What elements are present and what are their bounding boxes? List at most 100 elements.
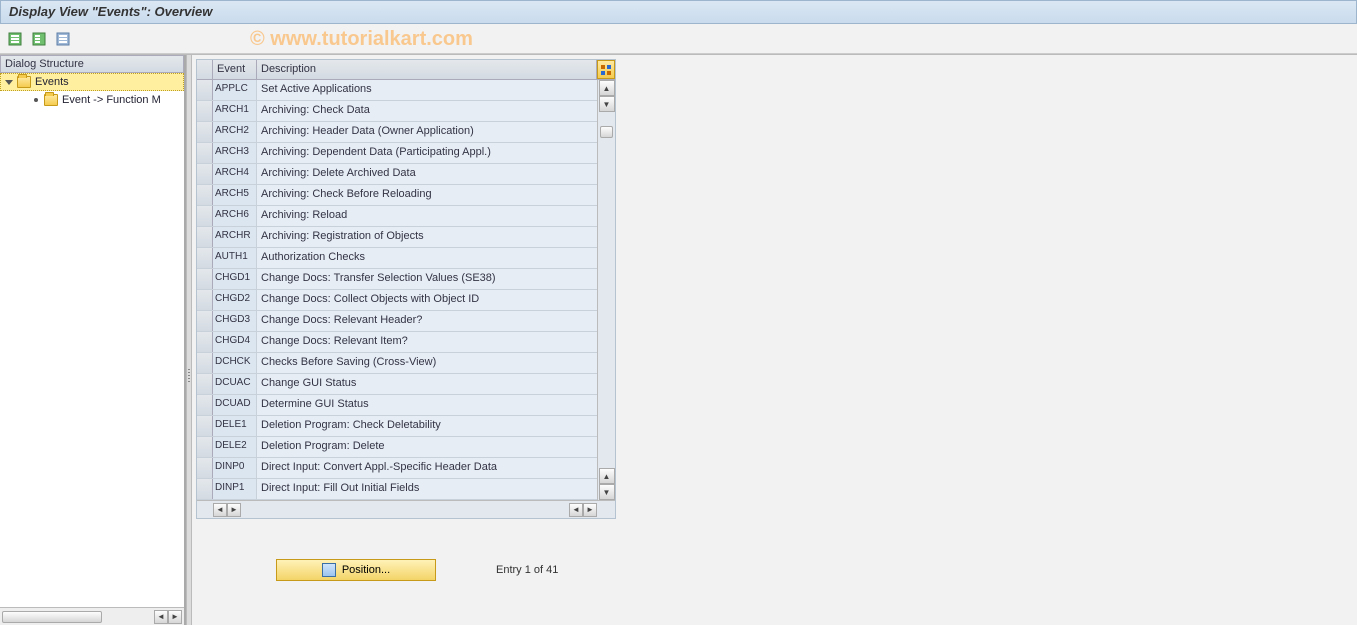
table-row[interactable]: ARCH3Archiving: Dependent Data (Particip… — [197, 143, 597, 164]
expand-all-icon[interactable] — [6, 30, 24, 48]
position-icon — [322, 563, 336, 577]
tree-node-label: Events — [35, 76, 69, 88]
table-row[interactable]: DELE1Deletion Program: Check Deletabilit… — [197, 416, 597, 437]
cell-event: ARCH2 — [213, 122, 257, 142]
table-row[interactable]: CHGD3Change Docs: Relevant Header? — [197, 311, 597, 332]
cell-description: Archiving: Check Before Reloading — [257, 185, 597, 205]
row-marker[interactable] — [197, 269, 213, 289]
table-row[interactable]: ARCH4Archiving: Delete Archived Data — [197, 164, 597, 185]
hscroll-right2-icon[interactable]: ► — [583, 503, 597, 517]
table-row[interactable]: DCHCKChecks Before Saving (Cross-View) — [197, 353, 597, 374]
cell-event: ARCHR — [213, 227, 257, 247]
table-row[interactable]: APPLCSet Active Applications — [197, 80, 597, 101]
row-marker[interactable] — [197, 458, 213, 478]
row-marker[interactable] — [197, 143, 213, 163]
row-marker-header[interactable] — [197, 60, 213, 79]
vscroll-track[interactable] — [598, 112, 615, 468]
cell-description: Archiving: Check Data — [257, 101, 597, 121]
row-marker[interactable] — [197, 332, 213, 352]
col-description[interactable]: Description — [257, 60, 597, 79]
main-area: Dialog Structure Events Event -> Functio… — [0, 54, 1357, 625]
scroll-up2-icon[interactable]: ▲ — [599, 468, 615, 484]
folder-open-icon — [17, 76, 31, 88]
cell-event: CHGD3 — [213, 311, 257, 331]
table-row[interactable]: CHGD4Change Docs: Relevant Item? — [197, 332, 597, 353]
cell-event: ARCH5 — [213, 185, 257, 205]
table-row[interactable]: CHGD2Change Docs: Collect Objects with O… — [197, 290, 597, 311]
table-row[interactable]: AUTH1Authorization Checks — [197, 248, 597, 269]
cell-description: Archiving: Reload — [257, 206, 597, 226]
row-marker[interactable] — [197, 437, 213, 457]
table-row[interactable]: ARCH1Archiving: Check Data — [197, 101, 597, 122]
cell-event: ARCH3 — [213, 143, 257, 163]
cell-event: ARCH6 — [213, 206, 257, 226]
table-row[interactable]: DINP0Direct Input: Convert Appl.-Specifi… — [197, 458, 597, 479]
sidebar: Dialog Structure Events Event -> Functio… — [0, 55, 186, 625]
row-marker[interactable] — [197, 353, 213, 373]
tree: Events Event -> Function M — [0, 73, 184, 607]
expand-icon[interactable] — [5, 80, 13, 85]
row-marker[interactable] — [197, 311, 213, 331]
row-marker[interactable] — [197, 479, 213, 499]
table-row[interactable]: DINP1Direct Input: Fill Out Initial Fiel… — [197, 479, 597, 500]
hscroll-left-icon[interactable]: ◄ — [213, 503, 227, 517]
table-settings-icon[interactable] — [597, 60, 615, 79]
col-event[interactable]: Event — [213, 60, 257, 79]
scroll-down2-icon[interactable]: ▼ — [599, 484, 615, 500]
window-title: Display View "Events": Overview — [0, 0, 1357, 24]
cell-event: CHGD2 — [213, 290, 257, 310]
row-marker[interactable] — [197, 227, 213, 247]
table-row[interactable]: DELE2Deletion Program: Delete — [197, 437, 597, 458]
row-marker[interactable] — [197, 164, 213, 184]
cell-event: DINP1 — [213, 479, 257, 499]
tree-node-child[interactable]: Event -> Function M — [0, 91, 184, 109]
table-row[interactable]: ARCH2Archiving: Header Data (Owner Appli… — [197, 122, 597, 143]
sidebar-hscroll: ◄ ► — [0, 607, 184, 625]
row-marker[interactable] — [197, 80, 213, 100]
row-marker[interactable] — [197, 101, 213, 121]
scroll-right-icon[interactable]: ► — [168, 610, 182, 624]
print-icon[interactable] — [54, 30, 72, 48]
scroll-down-icon[interactable]: ▼ — [599, 96, 615, 112]
position-bar: Position... Entry 1 of 41 — [276, 559, 1353, 581]
table-row[interactable]: DCUACChange GUI Status — [197, 374, 597, 395]
collapse-all-icon[interactable] — [30, 30, 48, 48]
table-row[interactable]: ARCHRArchiving: Registration of Objects — [197, 227, 597, 248]
position-button[interactable]: Position... — [276, 559, 436, 581]
table-row[interactable]: CHGD1Change Docs: Transfer Selection Val… — [197, 269, 597, 290]
cell-description: Deletion Program: Check Deletability — [257, 416, 597, 436]
row-marker[interactable] — [197, 248, 213, 268]
row-marker[interactable] — [197, 122, 213, 142]
row-marker[interactable] — [197, 374, 213, 394]
cell-event: DINP0 — [213, 458, 257, 478]
row-marker[interactable] — [197, 395, 213, 415]
cell-description: Set Active Applications — [257, 80, 597, 100]
cell-event: ARCH1 — [213, 101, 257, 121]
table-row[interactable]: ARCH6Archiving: Reload — [197, 206, 597, 227]
row-marker[interactable] — [197, 416, 213, 436]
hscroll-left2-icon[interactable]: ◄ — [569, 503, 583, 517]
tree-node-events[interactable]: Events — [0, 73, 184, 91]
row-marker[interactable] — [197, 290, 213, 310]
table-row[interactable]: ARCH5Archiving: Check Before Reloading — [197, 185, 597, 206]
cell-event: ARCH4 — [213, 164, 257, 184]
hscroll-thumb[interactable] — [2, 611, 102, 623]
row-marker[interactable] — [197, 206, 213, 226]
cell-description: Direct Input: Convert Appl.-Specific Hea… — [257, 458, 597, 478]
grid-body: APPLCSet Active ApplicationsARCH1Archivi… — [197, 80, 597, 500]
bullet-icon — [34, 98, 38, 102]
cell-description: Direct Input: Fill Out Initial Fields — [257, 479, 597, 499]
cell-event: CHGD4 — [213, 332, 257, 352]
tree-node-label: Event -> Function M — [62, 94, 161, 106]
cell-description: Change Docs: Relevant Header? — [257, 311, 597, 331]
cell-event: DCHCK — [213, 353, 257, 373]
table-row[interactable]: DCUADDetermine GUI Status — [197, 395, 597, 416]
row-marker[interactable] — [197, 185, 213, 205]
scroll-up-icon[interactable]: ▲ — [599, 80, 615, 96]
content-panel: Event Description APPLCSet Active Applic… — [192, 55, 1357, 625]
scroll-left-icon[interactable]: ◄ — [154, 610, 168, 624]
sidebar-title: Dialog Structure — [0, 55, 184, 73]
vscroll-thumb[interactable] — [600, 126, 613, 138]
hscroll-right-icon[interactable]: ► — [227, 503, 241, 517]
cell-description: Archiving: Dependent Data (Participating… — [257, 143, 597, 163]
